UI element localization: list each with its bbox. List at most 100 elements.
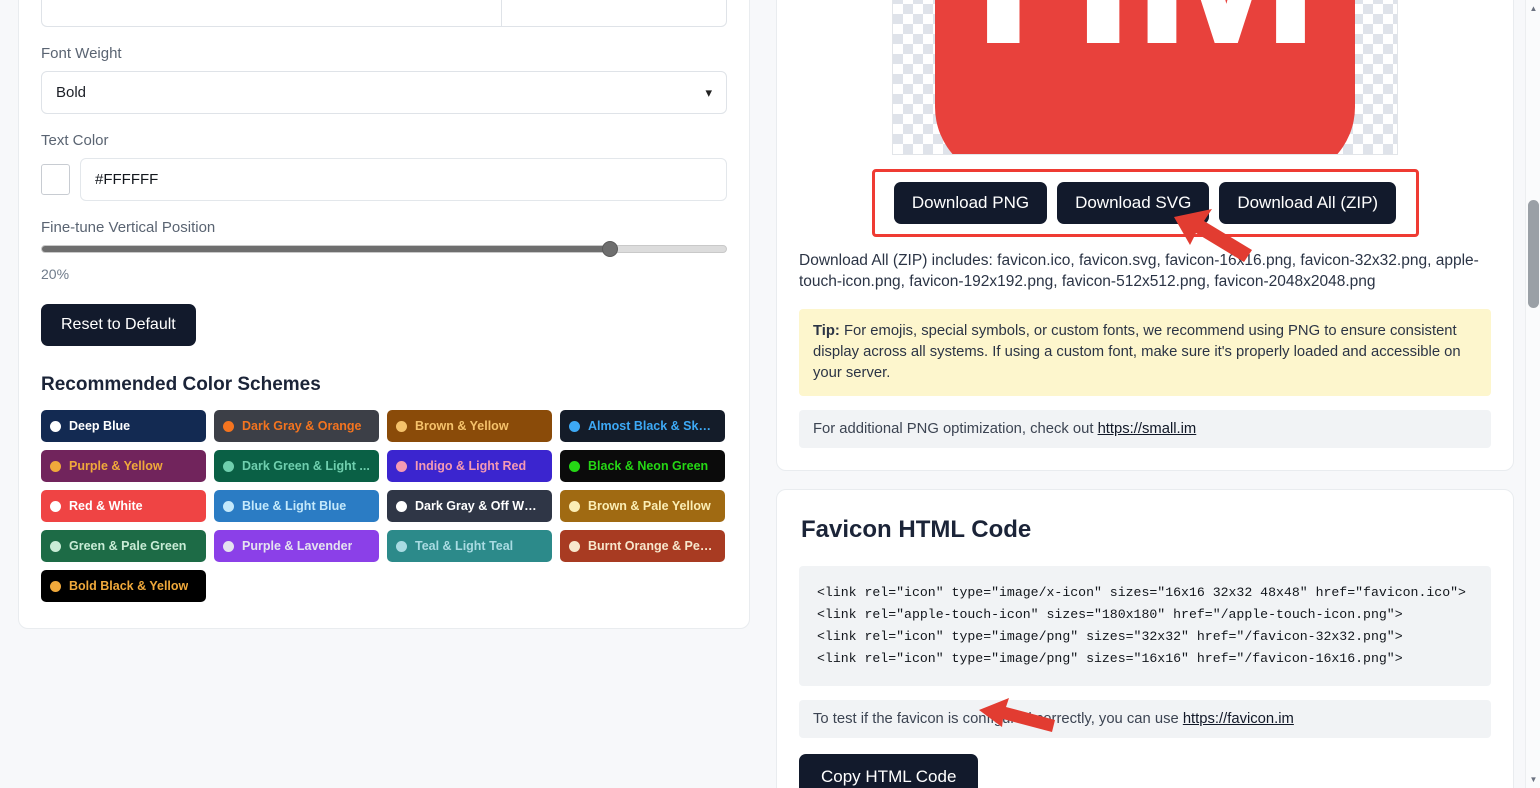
download-all-zip-button[interactable]: Download All (ZIP) [1219,182,1397,224]
color-scheme-chip[interactable]: Burnt Orange & Pea... [560,530,725,562]
color-scheme-chip[interactable]: Almost Black & Sky ... [560,410,725,442]
color-scheme-chip[interactable]: Purple & Lavender [214,530,379,562]
color-scheme-label: Green & Pale Green [69,539,187,553]
scrollbar-down-arrow-icon[interactable]: ▼ [1526,771,1540,788]
color-scheme-dot-icon [223,540,234,552]
color-scheme-chip[interactable]: Red & White [41,490,206,522]
color-scheme-label: Brown & Pale Yellow [588,499,711,513]
color-scheme-chip[interactable]: Green & Pale Green [41,530,206,562]
color-scheme-label: Indigo & Light Red [415,459,527,473]
color-scheme-label: Burnt Orange & Pea... [588,539,716,553]
color-scheme-dot-icon [396,460,407,472]
favicon-preview-text: HM [972,0,1320,78]
color-scheme-label: Almost Black & Sky ... [588,419,716,433]
copy-button-row: Copy HTML Code [799,754,1491,788]
color-scheme-dot-icon [569,460,580,472]
color-scheme-dot-icon [396,500,407,512]
color-scheme-dot-icon [223,420,234,432]
favicon-preview-logo: HM [935,0,1355,154]
slider-fill [42,246,610,252]
png-optimization-text: For additional PNG optimization, check o… [813,420,1098,437]
color-scheme-label: Purple & Yellow [69,459,163,473]
color-scheme-chip[interactable]: Blue & Light Blue [214,490,379,522]
font-weight-select[interactable]: Bold ▾ [41,71,727,114]
font-weight-label: Font Weight [41,45,122,62]
color-scheme-dot-icon [50,500,61,512]
favicon-preview: HM [892,0,1398,155]
vertical-position-slider-wrap: 20% [41,241,727,282]
vertical-position-slider[interactable] [41,241,727,257]
png-optimization-note: For additional PNG optimization, check o… [799,409,1491,448]
settings-panel: Font Weight Bold ▾ Text Color #FFFFFF Fi… [18,0,750,629]
partial-text-input[interactable] [41,0,501,27]
color-scheme-label: Dark Gray & Orange [242,419,362,433]
tip-label: Tip: [813,322,840,339]
small-im-link[interactable]: https://small.im [1098,421,1197,437]
color-scheme-chip[interactable]: Dark Gray & Orange [214,410,379,442]
favicon-test-note: To test if the favicon is configured cor… [799,700,1491,739]
page-scrollbar[interactable]: ▲ ▼ [1525,0,1540,788]
color-scheme-chip[interactable]: Purple & Yellow [41,450,206,482]
color-scheme-dot-icon [396,420,407,432]
color-scheme-chip[interactable]: Brown & Yellow [387,410,552,442]
partial-secondary-input[interactable] [501,0,727,27]
favicon-html-code-block: <link rel="icon" type="image/x-icon" siz… [799,565,1491,687]
color-scheme-dot-icon [569,540,580,552]
color-scheme-dot-icon [223,500,234,512]
preview-download-card: HM Download PNG Download SVG Download Al… [776,0,1514,471]
zip-contents-description: Download All (ZIP) includes: favicon.ico… [799,252,1479,290]
favicon-im-link[interactable]: https://favicon.im [1183,711,1294,727]
color-scheme-label: Bold Black & Yellow [69,579,189,593]
color-scheme-chip[interactable]: Dark Gray & Off Whi... [387,490,552,522]
font-weight-value: Bold [56,84,87,101]
color-scheme-label: Blue & Light Blue [242,499,347,513]
copy-html-code-button[interactable]: Copy HTML Code [799,754,979,788]
color-scheme-chip[interactable]: Bold Black & Yellow [41,570,206,602]
color-swatch-picker[interactable] [41,164,70,195]
color-scheme-chip[interactable]: Black & Neon Green [560,450,725,482]
color-scheme-dot-icon [50,580,61,592]
download-buttons-highlight-box: Download PNG Download SVG Download All (… [871,169,1419,237]
color-scheme-dot-icon [569,500,580,512]
color-scheme-chip[interactable]: Brown & Pale Yellow [560,490,725,522]
tip-callout: Tip: For emojis, special symbols, or cus… [799,308,1491,396]
color-scheme-dot-icon [50,460,61,472]
text-color-row: #FFFFFF [41,158,727,201]
vertical-position-value: 20% [41,266,70,282]
color-scheme-label: Black & Neon Green [588,459,709,473]
color-scheme-chip[interactable]: Deep Blue [41,410,206,442]
download-svg-button[interactable]: Download SVG [1057,182,1210,224]
tip-text: For emojis, special symbols, or custom f… [813,322,1461,381]
partial-field-row-cutoff [41,0,727,27]
color-scheme-chip[interactable]: Teal & Light Teal [387,530,552,562]
page-root: Font Weight Bold ▾ Text Color #FFFFFF Fi… [0,0,1540,788]
color-scheme-label: Dark Green & Light ... [242,459,370,473]
download-png-button[interactable]: Download PNG [893,182,1048,224]
color-scheme-label: Teal & Light Teal [415,539,514,553]
vertical-position-label: Fine-tune Vertical Position [41,219,216,236]
color-scheme-label: Red & White [69,499,143,513]
color-scheme-dot-icon [569,420,580,432]
scrollbar-thumb[interactable] [1528,200,1539,308]
favicon-test-note-text: To test if the favicon is configured cor… [813,711,1183,728]
color-scheme-chip[interactable]: Dark Green & Light ... [214,450,379,482]
text-color-input[interactable]: #FFFFFF [80,158,727,201]
favicon-html-code-title: Favicon HTML Code [801,515,1032,543]
color-scheme-dot-icon [50,420,61,432]
reset-to-default-button[interactable]: Reset to Default [41,304,196,346]
color-schemes-grid: Deep Blue Dark Gray & Orange Brown & Yello… [41,410,727,602]
color-scheme-label: Brown & Yellow [415,419,509,433]
scrollbar-up-arrow-icon[interactable]: ▲ [1526,0,1540,17]
chevron-down-icon: ▾ [705,84,712,100]
output-panel: HM Download PNG Download SVG Download Al… [776,0,1514,788]
slider-thumb[interactable] [601,241,618,257]
color-scheme-dot-icon [396,540,407,552]
color-scheme-dot-icon [223,460,234,472]
color-scheme-label: Dark Gray & Off Whi... [415,499,543,513]
text-color-label: Text Color [41,132,109,149]
color-scheme-label: Deep Blue [69,419,131,433]
color-scheme-chip[interactable]: Indigo & Light Red [387,450,552,482]
favicon-html-code-card: Favicon HTML Code <link rel="icon" type=… [776,488,1514,788]
color-scheme-dot-icon [50,540,61,552]
color-scheme-label: Purple & Lavender [242,539,353,553]
